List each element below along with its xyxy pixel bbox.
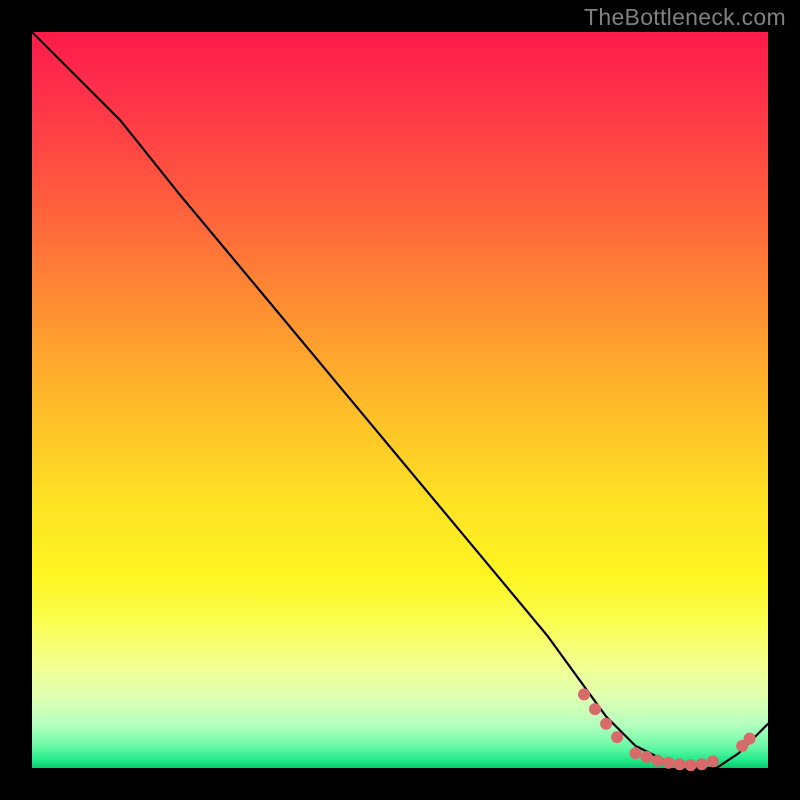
- marker-dot: [707, 755, 719, 767]
- watermark-text: TheBottleneck.com: [584, 4, 786, 31]
- marker-dot: [663, 757, 675, 769]
- marker-dot: [578, 688, 590, 700]
- marker-dot: [630, 747, 642, 759]
- marker-dot: [696, 758, 708, 770]
- chart-svg: [32, 32, 768, 768]
- plot-area: [32, 32, 768, 768]
- curve-path: [32, 32, 768, 768]
- chart-frame: TheBottleneck.com: [0, 0, 800, 800]
- marker-dot: [641, 751, 653, 763]
- marker-dot: [652, 755, 664, 767]
- marker-dot: [611, 731, 623, 743]
- marker-dot: [600, 718, 612, 730]
- marker-dot: [674, 758, 686, 770]
- marker-dot: [589, 703, 601, 715]
- marker-dot: [685, 759, 697, 771]
- marker-dot: [744, 733, 756, 745]
